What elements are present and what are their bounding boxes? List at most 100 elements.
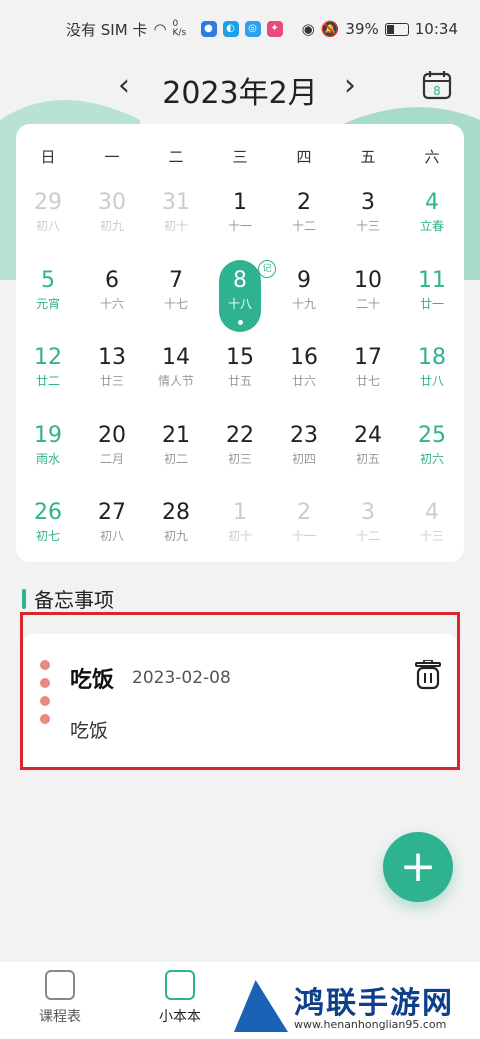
- calendar-day[interactable]: 23 初四: [272, 421, 336, 499]
- calendar-day[interactable]: 3 十三: [336, 188, 400, 266]
- day-number: 21: [162, 422, 190, 448]
- calendar-grid: 29 初八 30 初九 31 初十 1 十一 2 十二 3 十三 4 立春 5 元宵 6 十六 7 十七 8 十八记 9 十九…: [16, 188, 464, 576]
- day-number: 17: [354, 345, 382, 370]
- calendar-day[interactable]: 26 初七: [16, 498, 80, 576]
- calendar-day[interactable]: 28 初九: [144, 498, 208, 576]
- calendar-day[interactable]: 18 廿八: [400, 343, 464, 421]
- tab-notebook-label: 小本本: [159, 1009, 201, 1025]
- today-calendar-icon[interactable]: 8: [422, 70, 452, 100]
- lunar-label: 十七: [163, 296, 188, 311]
- day-number: 3: [361, 500, 375, 525]
- next-month-button[interactable]: ›: [344, 68, 356, 103]
- highlight-box: [20, 612, 460, 770]
- lunar-label: 初十: [227, 529, 252, 543]
- svg-text:8: 8: [433, 84, 441, 98]
- day-number: 4: [425, 190, 439, 215]
- day-number: 26: [34, 500, 62, 525]
- net-speed: 0 K/s: [172, 19, 187, 38]
- calendar-day[interactable]: 22 初三: [208, 421, 272, 499]
- lunar-label: 十八: [227, 296, 252, 311]
- store-icon: ✦: [266, 21, 283, 37]
- weekday-label: 五: [360, 147, 376, 166]
- weekday-label: 日: [40, 147, 56, 166]
- notebook-icon: [165, 970, 195, 1000]
- add-memo-button[interactable]: +: [383, 832, 453, 902]
- day-number: 9: [297, 267, 311, 293]
- weekday-header: 日一二三四五六: [16, 124, 464, 188]
- lunar-label: 十三: [355, 219, 380, 233]
- calendar-day[interactable]: 2 十二: [272, 188, 336, 266]
- day-number: 13: [98, 345, 126, 370]
- calendar-day[interactable]: 12 廿二: [16, 343, 80, 421]
- lunar-label: 廿七: [355, 374, 380, 388]
- day-number: 10: [354, 267, 382, 293]
- lunar-label: 十一: [291, 529, 316, 543]
- weekday-label: 二: [168, 147, 184, 166]
- calendar-day[interactable]: 7 十七: [144, 266, 208, 344]
- event-dot: [238, 319, 243, 325]
- carrier-text: 没有 SIM 卡: [66, 20, 148, 39]
- weekday-label: 六: [424, 147, 440, 166]
- calendar-day[interactable]: 14 情人节: [144, 343, 208, 421]
- calendar-day[interactable]: 3 十二: [336, 498, 400, 576]
- calendar-day[interactable]: 17 廿七: [336, 343, 400, 421]
- calendar-day[interactable]: 15 廿五: [208, 343, 272, 421]
- calendar-day[interactable]: 8 十八记: [208, 259, 276, 344]
- calendar-day[interactable]: 6 十六: [80, 266, 144, 344]
- calendar-day[interactable]: 24 初五: [336, 421, 400, 499]
- day-number: 2: [297, 500, 311, 525]
- lunar-label: 十二: [355, 529, 380, 543]
- day-number: 23: [290, 422, 318, 448]
- day-number: 22: [226, 422, 254, 448]
- day-number: 1: [233, 500, 247, 525]
- day-number: 31: [162, 190, 190, 215]
- calendar-day[interactable]: 21 初二: [144, 421, 208, 499]
- calendar-day[interactable]: 27 初八: [80, 498, 144, 576]
- day-number: 20: [98, 422, 126, 448]
- day-number: 15: [226, 345, 254, 370]
- calendar-day[interactable]: 20 二月: [80, 421, 144, 499]
- lunar-label: 初四: [291, 451, 316, 466]
- calendar-day[interactable]: 4 立春: [400, 188, 464, 266]
- lunar-label: 雨水: [35, 451, 60, 466]
- calendar-day[interactable]: 30 初九: [80, 188, 144, 266]
- day-number: 28: [162, 500, 190, 525]
- tab-schedule[interactable]: 课程表: [15, 970, 105, 1026]
- calendar-day[interactable]: 29 初八: [16, 188, 80, 266]
- lunar-label: 初七: [35, 529, 60, 543]
- calendar-day[interactable]: 25 初六: [400, 421, 464, 499]
- calendar-day[interactable]: 1 初十: [208, 498, 272, 576]
- tab-notebook[interactable]: 小本本: [135, 970, 225, 1026]
- day-number: 11: [418, 267, 446, 293]
- lunar-label: 初九: [99, 219, 124, 233]
- lunar-label: 初九: [163, 529, 188, 543]
- day-number: 19: [34, 422, 62, 448]
- calendar-day[interactable]: 4 十三: [400, 498, 464, 576]
- calendar-day[interactable]: 5 元宵: [16, 266, 80, 344]
- lunar-label: 初八: [99, 529, 124, 543]
- day-number: 18: [418, 345, 446, 370]
- calendar-day[interactable]: 1 十一: [208, 188, 272, 266]
- day-number: 27: [98, 500, 126, 525]
- plus-icon: +: [399, 841, 437, 892]
- lunar-label: 廿二: [35, 374, 60, 388]
- calendar-day[interactable]: 19 雨水: [16, 421, 80, 499]
- eye-icon: ◉: [301, 20, 315, 38]
- weekday-label: 三: [232, 147, 248, 166]
- calendar-day[interactable]: 10 二十: [336, 266, 400, 344]
- day-number: 2: [297, 190, 311, 215]
- month-navigation: ‹ 2023年2月 ›: [0, 62, 480, 116]
- day-number: 29: [34, 190, 62, 215]
- app-icon: ●: [200, 21, 217, 37]
- tab-schedule-label: 课程表: [39, 1009, 81, 1025]
- calendar-day[interactable]: 11 廿一: [400, 266, 464, 344]
- calendar-day[interactable]: 13 廿三: [80, 343, 144, 421]
- search-app-icon: ◎: [244, 21, 261, 37]
- calendar-day[interactable]: 2 十一: [272, 498, 336, 576]
- mute-icon: 🔕: [320, 20, 340, 38]
- calendar-day[interactable]: 31 初十: [144, 188, 208, 266]
- lunar-label: 十六: [99, 296, 124, 311]
- calendar-day[interactable]: 16 廿六: [272, 343, 336, 421]
- calendar-day[interactable]: 9 十九: [272, 266, 336, 344]
- day-number: 12: [34, 345, 62, 370]
